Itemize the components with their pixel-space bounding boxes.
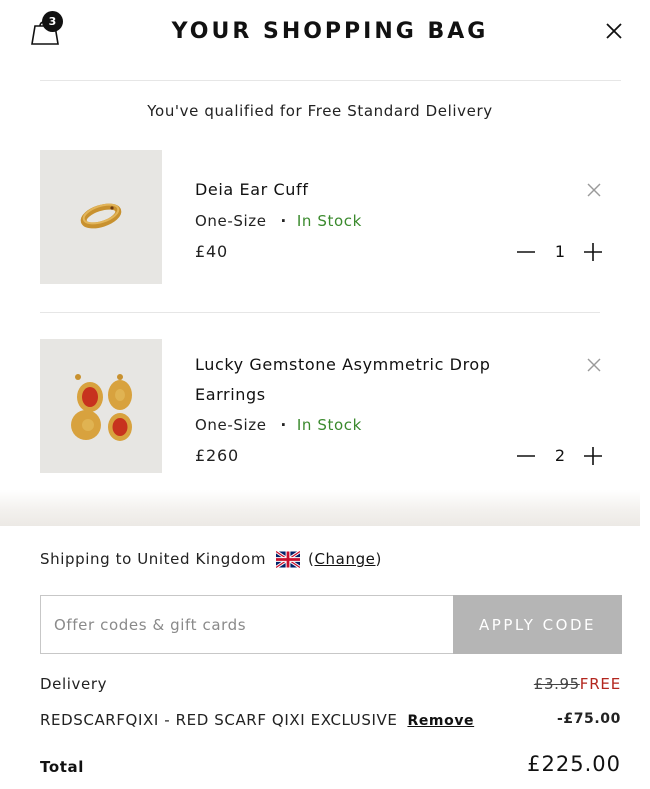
separator-dot: · (280, 416, 287, 434)
promo-code-input[interactable] (41, 596, 453, 653)
ear-cuff-image (80, 203, 122, 229)
remove-discount-link[interactable]: Remove (407, 713, 474, 729)
item-name[interactable]: Deia Ear Cuff (195, 175, 308, 205)
item-name-line: Lucky Gemstone Asymmetric Drop (195, 355, 491, 374)
header-divider (40, 80, 621, 81)
product-image[interactable] (40, 150, 162, 284)
discount-row: REDSCARFQIXI - RED SCARF QIXI EXCLUSIVE R… (40, 711, 621, 729)
separator-dot: · (280, 212, 287, 230)
delivery-old-price: £3.95 (533, 675, 580, 693)
remove-item-icon[interactable] (585, 356, 603, 374)
plus-icon[interactable] (582, 241, 604, 263)
free-delivery-message: You've qualified for Free Standard Deliv… (147, 102, 493, 120)
change-country-link[interactable]: Change (314, 550, 375, 568)
stock-status: In Stock (296, 212, 362, 230)
item-price: £260 (195, 446, 239, 465)
delivery-price: £3.95FREE (534, 675, 621, 693)
total-value: £225.00 (527, 752, 621, 776)
paren-close: ) (375, 550, 382, 568)
apply-code-button[interactable]: APPLY CODE (453, 595, 622, 654)
discount-label: REDSCARFQIXI - RED SCARF QIXI EXCLUSIVE (40, 711, 398, 729)
item-size: One-Size (195, 416, 267, 434)
page-title: YOUR SHOPPING BAG (171, 19, 489, 44)
promo-code-form: APPLY CODE (40, 595, 622, 654)
stock-status: In Stock (296, 416, 362, 434)
minus-icon[interactable] (515, 241, 537, 263)
item-name-line: Earrings (195, 385, 266, 404)
quantity-stepper: 1 (515, 241, 605, 263)
bag-header: 3 YOUR SHOPPING BAG (0, 0, 650, 80)
close-icon[interactable] (603, 20, 625, 42)
bag-item: Deia Ear Cuff One-Size · In Stock £40 1 (40, 150, 603, 285)
total-label: Total (40, 758, 84, 776)
item-meta: One-Size · In Stock (195, 416, 362, 434)
uk-flag-icon (276, 550, 301, 568)
item-meta: One-Size · In Stock (195, 212, 362, 230)
delivery-label: Delivery (40, 675, 108, 693)
shipping-text: Shipping to United Kingdom (40, 550, 267, 568)
remove-item-icon[interactable] (585, 181, 603, 199)
item-name[interactable]: Lucky Gemstone Asymmetric Drop Earrings (195, 350, 491, 410)
quantity-value: 2 (554, 446, 566, 465)
delivery-free: FREE (579, 675, 621, 693)
minus-icon[interactable] (515, 445, 537, 467)
item-size: One-Size (195, 212, 267, 230)
item-price: £40 (195, 242, 228, 261)
discount-value: -£75.00 (556, 711, 621, 727)
gemstone-earrings-image (71, 374, 132, 441)
scroll-fade (0, 490, 640, 526)
shipping-destination: Shipping to United Kingdom (Change) (40, 550, 382, 568)
plus-icon[interactable] (582, 445, 604, 467)
bag-item: Lucky Gemstone Asymmetric Drop Earrings … (40, 339, 603, 474)
item-divider (40, 312, 600, 313)
quantity-value: 1 (554, 242, 566, 261)
product-image[interactable] (40, 339, 162, 473)
quantity-stepper: 2 (515, 445, 605, 467)
delivery-row: Delivery £3.95FREE (40, 675, 621, 693)
